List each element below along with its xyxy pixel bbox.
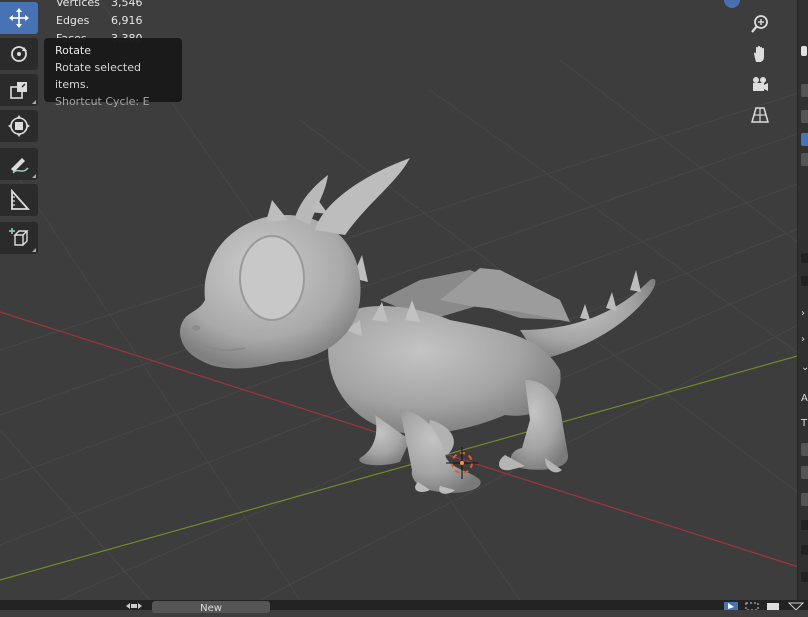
panel-field[interactable] <box>801 443 808 456</box>
transform-icon <box>8 115 30 137</box>
3d-viewport[interactable]: Vertices 3,546 Edges 6,916 Faces 3,380 <box>0 0 808 600</box>
select-box-icon[interactable] <box>744 602 760 610</box>
add-cube-tool-button[interactable] <box>0 222 38 254</box>
tool-options-corner <box>32 248 36 252</box>
stat-value: 6,916 <box>111 14 143 27</box>
stat-value: 3,546 <box>111 0 143 9</box>
measure-ruler-icon <box>11 189 30 210</box>
tooltip-description: Rotate selected items. <box>55 61 141 91</box>
camera-icon <box>753 77 768 91</box>
rotate-tool-button[interactable] <box>0 38 38 70</box>
panel-field[interactable] <box>801 545 808 555</box>
camera-view-button[interactable] <box>746 71 774 99</box>
panel-field[interactable] <box>801 84 808 97</box>
zoom-icon <box>751 15 768 33</box>
perspective-toggle-button[interactable] <box>746 101 774 129</box>
measure-tool-button[interactable] <box>0 184 38 216</box>
annotate-pencil-icon <box>11 158 29 174</box>
stat-label: Vertices <box>56 0 100 9</box>
perspective-grid-icon <box>751 107 769 123</box>
panel-field[interactable] <box>801 253 808 263</box>
panel-label: A <box>801 393 808 404</box>
tooltip-shortcut: Shortcut Cycle: E <box>55 95 150 108</box>
rotate-icon <box>11 46 27 62</box>
checkbox[interactable] <box>801 46 807 56</box>
transform-tool-button[interactable] <box>0 110 38 142</box>
stat-row-edges: Edges 6,916 <box>56 12 143 30</box>
move-tool-button[interactable] <box>0 2 38 34</box>
stat-row-vertices: Vertices 3,546 <box>56 0 143 12</box>
panel-field[interactable] <box>801 276 808 286</box>
panel-field[interactable] <box>801 493 808 506</box>
expand-chevron[interactable]: › <box>801 308 805 319</box>
panel-field[interactable] <box>801 110 808 123</box>
annotate-tool-button[interactable] <box>0 148 38 180</box>
properties-sidebar[interactable]: › › ⌄ A T <box>797 0 808 600</box>
pan-button[interactable] <box>746 40 774 68</box>
scale-tool-button[interactable] <box>0 74 38 106</box>
panel-field[interactable] <box>801 153 808 166</box>
new-button[interactable]: New <box>152 601 270 614</box>
add-cube-icon <box>9 228 29 246</box>
select-box-subtract-icon[interactable] <box>766 602 780 610</box>
hand-pan-icon <box>754 45 764 62</box>
tooltip-title: Rotate <box>55 44 92 57</box>
panel-field[interactable] <box>801 520 808 530</box>
tool-options-corner <box>32 174 36 178</box>
panel-label: T <box>801 418 808 429</box>
editor-type-icon[interactable] <box>124 602 144 610</box>
rotate-tooltip: Rotate Rotate selected items. Shortcut C… <box>44 38 182 108</box>
timeline-header: New <box>0 600 808 614</box>
panel-field[interactable] <box>801 466 808 479</box>
panel-field[interactable] <box>801 572 808 582</box>
select-intersect-icon[interactable] <box>788 602 804 610</box>
tool-options-corner <box>32 100 36 104</box>
move-arrows-icon <box>9 8 29 28</box>
zoom-button[interactable] <box>746 10 774 38</box>
expand-chevron[interactable]: › <box>801 334 805 345</box>
panel-field-selected[interactable] <box>801 133 808 146</box>
scale-icon <box>10 82 27 99</box>
select-cursor-icon[interactable] <box>724 602 738 610</box>
stat-label: Edges <box>56 14 90 27</box>
collapse-chevron[interactable]: ⌄ <box>801 362 808 373</box>
